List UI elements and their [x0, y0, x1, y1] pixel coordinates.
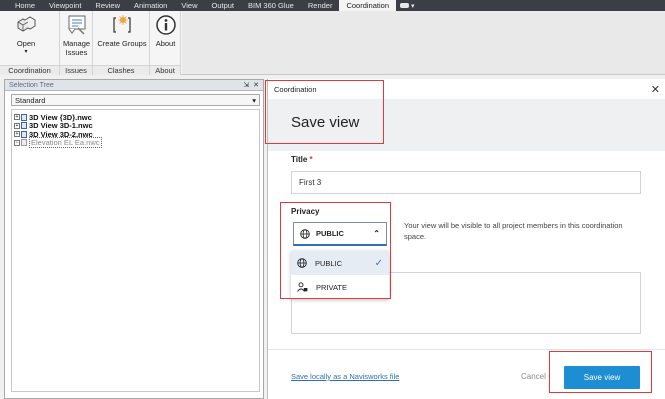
- chevron-up-icon: ⌃: [373, 229, 380, 238]
- selection-tree-header: Selection Tree ⇲ ✕: [5, 80, 263, 91]
- tree-item[interactable]: +3D View 3D-1.nwc: [14, 121, 257, 130]
- group-coordination: Open ▾ Coordination: [0, 11, 60, 75]
- selection-tree-dropdown[interactable]: Standard ▾: [11, 94, 260, 106]
- person-lock-icon: [297, 282, 308, 292]
- privacy-description: Your view will be visible to all project…: [404, 221, 623, 241]
- manage-issues-button[interactable]: Manage Issues: [61, 13, 92, 57]
- check-icon: ✓: [374, 257, 383, 269]
- issues-icon: [65, 13, 89, 37]
- footer-divider: [268, 349, 665, 350]
- privacy-option-label: PRIVATE: [316, 282, 347, 292]
- save-locally-link[interactable]: Save locally as a Navisworks file: [291, 372, 399, 381]
- globe-icon: [297, 258, 307, 268]
- file-icon: [21, 122, 27, 130]
- title-field-label-text: Title: [291, 155, 308, 164]
- group-clashes: Create Groups Clashes: [93, 11, 150, 75]
- close-icon[interactable]: ✕: [253, 81, 259, 89]
- about-button[interactable]: About: [152, 13, 179, 48]
- privacy-label: Privacy: [291, 207, 320, 216]
- title-field-label: Title *: [291, 155, 313, 164]
- group-about: About About: [150, 11, 181, 75]
- create-groups-button[interactable]: Create Groups: [96, 13, 148, 48]
- manage-issues-label: Manage Issues: [62, 39, 91, 57]
- coordination-header: Coordination ✕: [268, 79, 665, 99]
- tree-item[interactable]: + Elevation EL Ea.nwc: [14, 137, 257, 149]
- privacy-option-public[interactable]: PUBLIC ✓: [291, 251, 389, 275]
- cancel-button[interactable]: Cancel: [521, 372, 546, 381]
- open-label: Open: [16, 39, 36, 48]
- ribbon-options-icon[interactable]: ▾: [400, 2, 415, 10]
- privacy-menu: PUBLIC ✓ PRIVATE: [291, 251, 389, 299]
- cubes-icon: [14, 13, 38, 37]
- chevron-down-icon: ▾: [252, 95, 256, 105]
- navisworks-window: Home Viewpoint Review Animation View Out…: [0, 0, 665, 399]
- privacy-dropdown[interactable]: PUBLIC ⌃: [293, 222, 387, 246]
- tab-home[interactable]: Home: [8, 0, 42, 11]
- tab-output[interactable]: Output: [204, 0, 241, 11]
- file-icon: [21, 139, 27, 147]
- tab-animation[interactable]: Animation: [127, 0, 174, 11]
- tree-item-label: Elevation EL Ea.nwc: [29, 137, 102, 149]
- create-groups-label: Create Groups: [97, 39, 147, 48]
- ribbon-empty-area: [182, 11, 665, 75]
- group-label-clashes: Clashes: [93, 65, 149, 75]
- info-icon: [154, 13, 178, 37]
- page-title: Save view: [291, 114, 360, 131]
- tab-viewpoint[interactable]: Viewpoint: [42, 0, 88, 11]
- expand-icon[interactable]: +: [14, 122, 20, 129]
- expand-icon[interactable]: +: [14, 114, 20, 121]
- tab-review[interactable]: Review: [88, 0, 127, 11]
- tab-bim360-glue[interactable]: BIM 360 Glue: [241, 0, 301, 11]
- coordination-header-label: Coordination: [274, 84, 317, 94]
- close-icon[interactable]: ✕: [651, 83, 660, 96]
- tree-item[interactable]: +3D View {3D}.nwc: [14, 113, 257, 122]
- group-label-issues: Issues: [60, 65, 92, 75]
- tab-render[interactable]: Render: [301, 0, 340, 11]
- group-label-coordination: Coordination: [0, 65, 59, 75]
- group-issues: Manage Issues Issues: [60, 11, 93, 75]
- create-groups-icon: [110, 13, 134, 37]
- file-icon: [21, 130, 27, 138]
- tab-coordination[interactable]: Coordination: [339, 0, 396, 11]
- group-label-about: About: [150, 65, 180, 75]
- required-marker: *: [309, 155, 313, 164]
- open-button[interactable]: Open ▾: [14, 13, 38, 57]
- dropdown-value: Standard: [15, 95, 46, 105]
- title-field-value: First 3: [299, 178, 322, 187]
- title-field[interactable]: First 3: [291, 171, 641, 194]
- coordination-panel: Coordination ✕ Save view Title * First 3…: [267, 79, 665, 399]
- file-icon: [21, 113, 27, 121]
- ribbon-tab-bar: Home Viewpoint Review Animation View Out…: [0, 0, 665, 11]
- expand-icon[interactable]: +: [14, 139, 20, 146]
- expand-icon[interactable]: +: [14, 131, 20, 138]
- chevron-down-icon: ▾: [24, 49, 28, 55]
- privacy-selected: PUBLIC: [316, 229, 344, 238]
- about-label: About: [155, 39, 176, 48]
- pin-icon[interactable]: ⇲: [243, 81, 249, 89]
- privacy-option-private[interactable]: PRIVATE: [291, 275, 389, 299]
- tree-area: +3D View {3D}.nwc +3D View 3D-1.nwc +3D …: [11, 109, 260, 392]
- save-view-button[interactable]: Save view: [564, 366, 640, 389]
- globe-icon: [300, 228, 310, 239]
- selection-tree-title: Selection Tree: [9, 81, 54, 89]
- selection-tree-panel: Selection Tree ⇲ ✕ Standard ▾ +3D View {…: [4, 79, 264, 399]
- tab-view[interactable]: View: [174, 0, 204, 11]
- privacy-option-label: PUBLIC: [315, 258, 343, 268]
